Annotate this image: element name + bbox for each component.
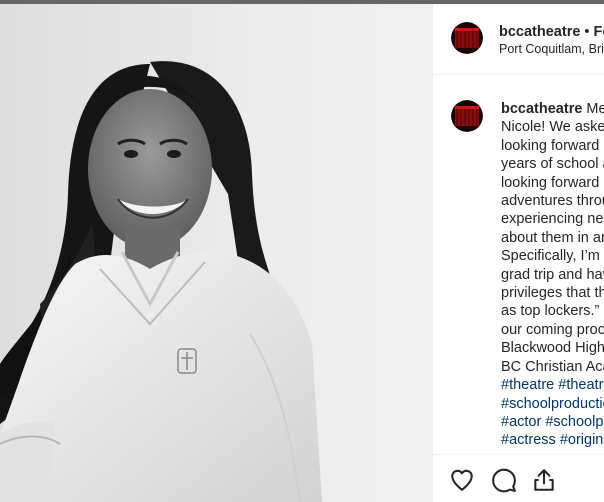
follow-button[interactable]: Fo bbox=[594, 24, 604, 40]
caption-line: looking forward bbox=[501, 137, 600, 154]
post-caption: bccatheatre Mee Nicole! We asked looking… bbox=[501, 100, 604, 450]
share-button[interactable] bbox=[531, 467, 557, 493]
caption-line: about them in ar bbox=[501, 229, 604, 246]
hashtag-link[interactable]: #schoolpl bbox=[545, 414, 604, 430]
hashtag-link[interactable]: #actor bbox=[501, 414, 541, 430]
header-separator: • bbox=[580, 24, 594, 40]
post-side-panel: bccatheatre • Fo Port Coquitlam, Brit bc… bbox=[432, 4, 604, 502]
caption-first-line: bccatheatre Mee bbox=[501, 100, 604, 118]
comment-icon bbox=[492, 468, 516, 493]
header-username[interactable]: bccatheatre bbox=[499, 24, 580, 40]
caption-line: BC Christian Aca bbox=[501, 358, 604, 375]
post-photo[interactable] bbox=[0, 4, 432, 502]
theatre-curtain-icon bbox=[451, 100, 483, 132]
like-button[interactable] bbox=[449, 467, 475, 493]
caption-text-start: Mee bbox=[586, 101, 604, 117]
caption-line: years of school a bbox=[501, 156, 604, 173]
comment-button[interactable] bbox=[491, 467, 517, 493]
portrait-image bbox=[0, 4, 432, 502]
post-actions-bar bbox=[433, 454, 604, 502]
heart-icon bbox=[451, 469, 473, 491]
post-header: bccatheatre • Fo Port Coquitlam, Brit bbox=[433, 4, 604, 75]
caption-avatar[interactable] bbox=[451, 100, 483, 132]
hashtag-line: #schoolproductio bbox=[501, 395, 604, 413]
caption-line: Blackwood Hight bbox=[501, 340, 604, 357]
caption-username[interactable]: bccatheatre bbox=[501, 101, 582, 117]
share-icon bbox=[534, 469, 554, 491]
hashtag-line: #theatre #theatr bbox=[501, 376, 604, 394]
caption-line: grad trip and hav bbox=[501, 266, 604, 283]
hashtag-line: #actor #schoolpl bbox=[501, 413, 604, 431]
caption-line: experiencing nev bbox=[501, 211, 604, 228]
post-location[interactable]: Port Coquitlam, Brit bbox=[499, 42, 604, 56]
hashtag-link[interactable]: #actress bbox=[501, 432, 556, 448]
hashtag-link[interactable]: #origina bbox=[560, 432, 604, 448]
avatar[interactable] bbox=[451, 22, 483, 54]
caption-line: Specifically, I’m l bbox=[501, 248, 604, 265]
hashtag-link[interactable]: #theatr bbox=[558, 377, 603, 393]
caption-line: Nicole! We asked bbox=[501, 119, 604, 136]
header-title: bccatheatre • Fo bbox=[499, 24, 604, 40]
hashtag-line: #actress #origina bbox=[501, 431, 604, 449]
caption-line: adventures throu bbox=[501, 193, 604, 210]
caption-line: looking forward bbox=[501, 174, 600, 191]
theatre-curtain-icon bbox=[451, 22, 483, 54]
caption-line: our coming proc bbox=[501, 321, 604, 338]
caption-line: privileges that th bbox=[501, 285, 604, 302]
caption-line: as top lockers.” S bbox=[501, 303, 604, 320]
hashtag-link[interactable]: #schoolproductio bbox=[501, 396, 604, 412]
hashtag-link[interactable]: #theatre bbox=[501, 377, 554, 393]
